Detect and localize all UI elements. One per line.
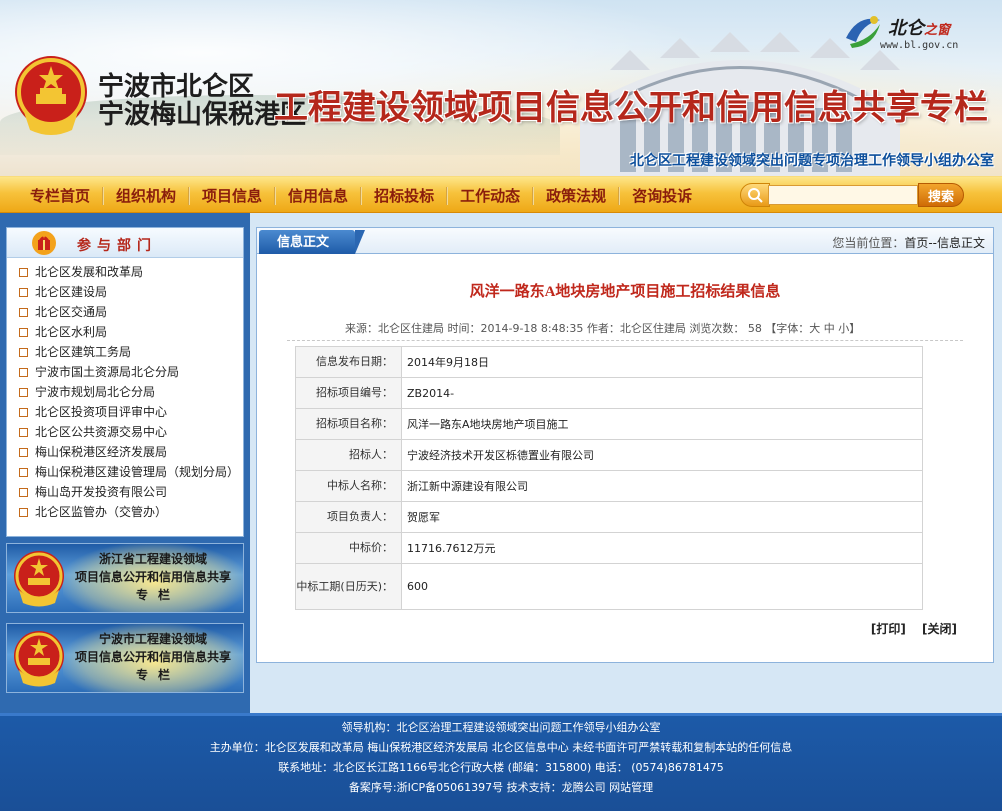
article-title: 风洋一路东A地块房地产项目施工招标结果信息 — [469, 284, 781, 300]
article-panel: 信息正文 您当前位置：首页--信息正文 风洋一路东A地块房地产项目施工招标结果信… — [256, 227, 994, 663]
table-value: 600 — [401, 563, 923, 610]
logo-brand: 北仑 — [888, 18, 924, 38]
department-item[interactable]: 北仑区水利局 — [7, 322, 243, 342]
magnifier-icon — [748, 188, 763, 203]
promo-line1: 浙江省工程建设领域 — [98, 552, 207, 566]
table-value: 11716.7612万元 — [401, 532, 923, 564]
tab-article-content[interactable]: 信息正文 — [259, 230, 365, 254]
nav-items: 专栏首页 组织机构 项目信息 信用信息 招标投标 工作动态 政策法规 咨询投诉 — [18, 177, 704, 214]
search-button[interactable]: 搜索 — [918, 183, 964, 207]
table-row: 招标项目编号： ZB2014- — [295, 377, 923, 409]
promo-zhejiang-banner[interactable]: 浙江省工程建设领域 项目信息公开和信用信息共享 专栏 — [6, 543, 244, 613]
breadcrumb-path[interactable]: 首页--信息正文 — [904, 236, 985, 250]
department-item[interactable]: 北仑区投资项目评审中心 — [7, 402, 243, 422]
table-value: 风洋一路东A地块房地产项目施工 — [401, 408, 923, 440]
department-item[interactable]: 宁波市国土资源局北仑分局 — [7, 362, 243, 382]
table-row: 中标工期(日历天)： 600 — [295, 563, 923, 610]
promo-line2: 项目信息公开和信用信息共享 — [74, 570, 231, 584]
promo-ningbo-banner[interactable]: 宁波市工程建设领域 项目信息公开和信用信息共享 专栏 — [6, 623, 244, 693]
department-item[interactable]: 北仑区公共资源交易中心 — [7, 422, 243, 442]
table-key: 招标项目编号： — [295, 377, 402, 409]
nav-item-credit-info[interactable]: 信用信息 — [276, 185, 360, 206]
article-actions: [打印] [关闭] — [859, 620, 957, 637]
department-panel: 参与部门 北仑区发展和改革局 北仑区建设局 北仑区交通局 北仑区水利局 北仑区建… — [6, 227, 244, 537]
close-button[interactable]: [关闭] — [922, 622, 957, 636]
department-item[interactable]: 北仑区建筑工务局 — [7, 342, 243, 362]
national-emblem-icon — [14, 631, 64, 687]
table-value: 2014年9月18日 — [401, 346, 923, 378]
search-input[interactable] — [768, 185, 918, 205]
table-key: 中标价： — [295, 532, 402, 564]
nav-item-project-info[interactable]: 项目信息 — [190, 185, 274, 206]
table-key: 招标人： — [295, 439, 402, 471]
nav-item-policies[interactable]: 政策法规 — [534, 185, 618, 206]
department-item[interactable]: 北仑区建设局 — [7, 282, 243, 302]
table-row: 项目负责人： 贺愿军 — [295, 501, 923, 533]
table-value: 浙江新中源建设有限公司 — [401, 470, 923, 502]
nav-item-organization[interactable]: 组织机构 — [104, 185, 188, 206]
table-key: 中标工期(日历天)： — [295, 563, 402, 610]
department-panel-title: 参与部门 — [77, 237, 157, 253]
national-emblem-icon — [15, 56, 87, 135]
nav-item-work-news[interactable]: 工作动态 — [448, 185, 532, 206]
department-list: 北仑区发展和改革局 北仑区建设局 北仑区交通局 北仑区水利局 北仑区建筑工务局 … — [7, 262, 243, 522]
department-panel-header: 参与部门 — [7, 228, 243, 258]
table-key: 中标人名称： — [295, 470, 402, 502]
sub-office-title: 北仑区工程建设领域突出问题专项治理工作领导小组办公室 — [630, 152, 994, 168]
site-header: 宁波市北仑区 宁波梅山保税港区 工程建设领域项目信息公开和信用信息共享专栏 北仑… — [0, 0, 1002, 176]
table-row: 招标项目名称： 风洋一路东A地块房地产项目施工 — [295, 408, 923, 440]
table-value: 宁波经济技术开发区栎德置业有限公司 — [401, 439, 923, 471]
footer-contact: 联系地址：北仑区长江路1166号北仑行政大楼 (邮编：315800) 电话： (… — [278, 761, 724, 774]
meta-divider — [287, 340, 963, 341]
department-item[interactable]: 梅山岛开发投资有限公司 — [7, 482, 243, 502]
footer-icp[interactable]: 备案序号:浙ICP备05061397号 技术支持：龙腾公司 网站管理 — [0, 779, 1002, 795]
promo-zhejiang-text: 浙江省工程建设领域 项目信息公开和信用信息共享 专栏 — [63, 550, 243, 604]
table-row: 招标人： 宁波经济技术开发区栎德置业有限公司 — [295, 439, 923, 471]
department-item[interactable]: 梅山保税港区建设管理局（规划分局） — [7, 462, 243, 482]
table-row: 中标人名称： 浙江新中源建设有限公司 — [295, 470, 923, 502]
department-item[interactable]: 北仑区发展和改革局 — [7, 262, 243, 282]
footer-leadership: 领导机构：北仑区治理工程建设领域突出问题工作领导小组办公室 — [341, 721, 661, 734]
article-meta: 来源：北仑区住建局 时间：2014-9-18 8:48:35 作者：北仑区住建局… — [345, 322, 861, 335]
footer-sponsors: 主办单位：北仑区发展和改革局 梅山保税港区经济发展局 北仑区信息中心 未经书面许… — [209, 741, 793, 754]
promo-line3: 专栏 — [135, 668, 180, 682]
promo-line1: 宁波市工程建设领域 — [98, 632, 207, 646]
site-footer: 领导机构：北仑区治理工程建设领域突出问题工作领导小组办公室 主办单位：北仑区发展… — [0, 713, 1002, 811]
department-item[interactable]: 北仑区交通局 — [7, 302, 243, 322]
print-button[interactable]: [打印] — [871, 622, 906, 636]
table-row: 中标价： 11716.7612万元 — [295, 532, 923, 564]
main-nav: 专栏首页 组织机构 项目信息 信用信息 招标投标 工作动态 政策法规 咨询投诉 … — [0, 176, 1002, 213]
department-item[interactable]: 梅山保税港区经济发展局 — [7, 442, 243, 462]
breadcrumb-label: 您当前位置： — [832, 236, 905, 250]
logo-accent: 之窗 — [924, 22, 951, 37]
national-emblem-icon — [14, 551, 64, 607]
article-tabbar: 信息正文 您当前位置：首页--信息正文 — [257, 228, 993, 254]
promo-line2: 项目信息公开和信用信息共享 — [74, 650, 231, 664]
gift-icon — [32, 231, 56, 255]
table-value: ZB2014- — [401, 377, 923, 409]
logo-url: www.bl.gov.cn — [880, 40, 959, 51]
search-icon[interactable] — [740, 183, 770, 207]
promo-ningbo-text: 宁波市工程建设领域 项目信息公开和信用信息共享 专栏 — [63, 630, 243, 684]
nav-item-home[interactable]: 专栏首页 — [18, 185, 102, 206]
breadcrumb: 您当前位置：首页--信息正文 — [832, 234, 985, 251]
nav-item-bidding[interactable]: 招标投标 — [362, 185, 446, 206]
bid-result-table: 信息发布日期： 2014年9月18日 招标项目编号： ZB2014- 招标项目名… — [295, 346, 923, 610]
promo-line3: 专栏 — [135, 588, 180, 602]
table-row: 信息发布日期： 2014年9月18日 — [295, 346, 923, 378]
table-key: 项目负责人： — [295, 501, 402, 533]
banner-title: 工程建设领域项目信息公开和信用信息共享专栏 — [274, 89, 988, 127]
department-item[interactable]: 宁波市规划局北仑分局 — [7, 382, 243, 402]
main-area: 参与部门 北仑区发展和改革局 北仑区建设局 北仑区交通局 北仑区水利局 北仑区建… — [0, 213, 1002, 713]
nav-item-consult[interactable]: 咨询投诉 — [620, 185, 704, 206]
left-sidebar: 参与部门 北仑区发展和改革局 北仑区建设局 北仑区交通局 北仑区水利局 北仑区建… — [0, 213, 250, 713]
search-bar: 搜索 — [740, 183, 965, 207]
site-logo[interactable]: 北仑之窗 — [888, 14, 950, 40]
department-item[interactable]: 北仑区监管办（交管办） — [7, 502, 243, 522]
table-value: 贺愿军 — [401, 501, 923, 533]
table-key: 信息发布日期： — [295, 346, 402, 378]
table-key: 招标项目名称： — [295, 408, 402, 440]
